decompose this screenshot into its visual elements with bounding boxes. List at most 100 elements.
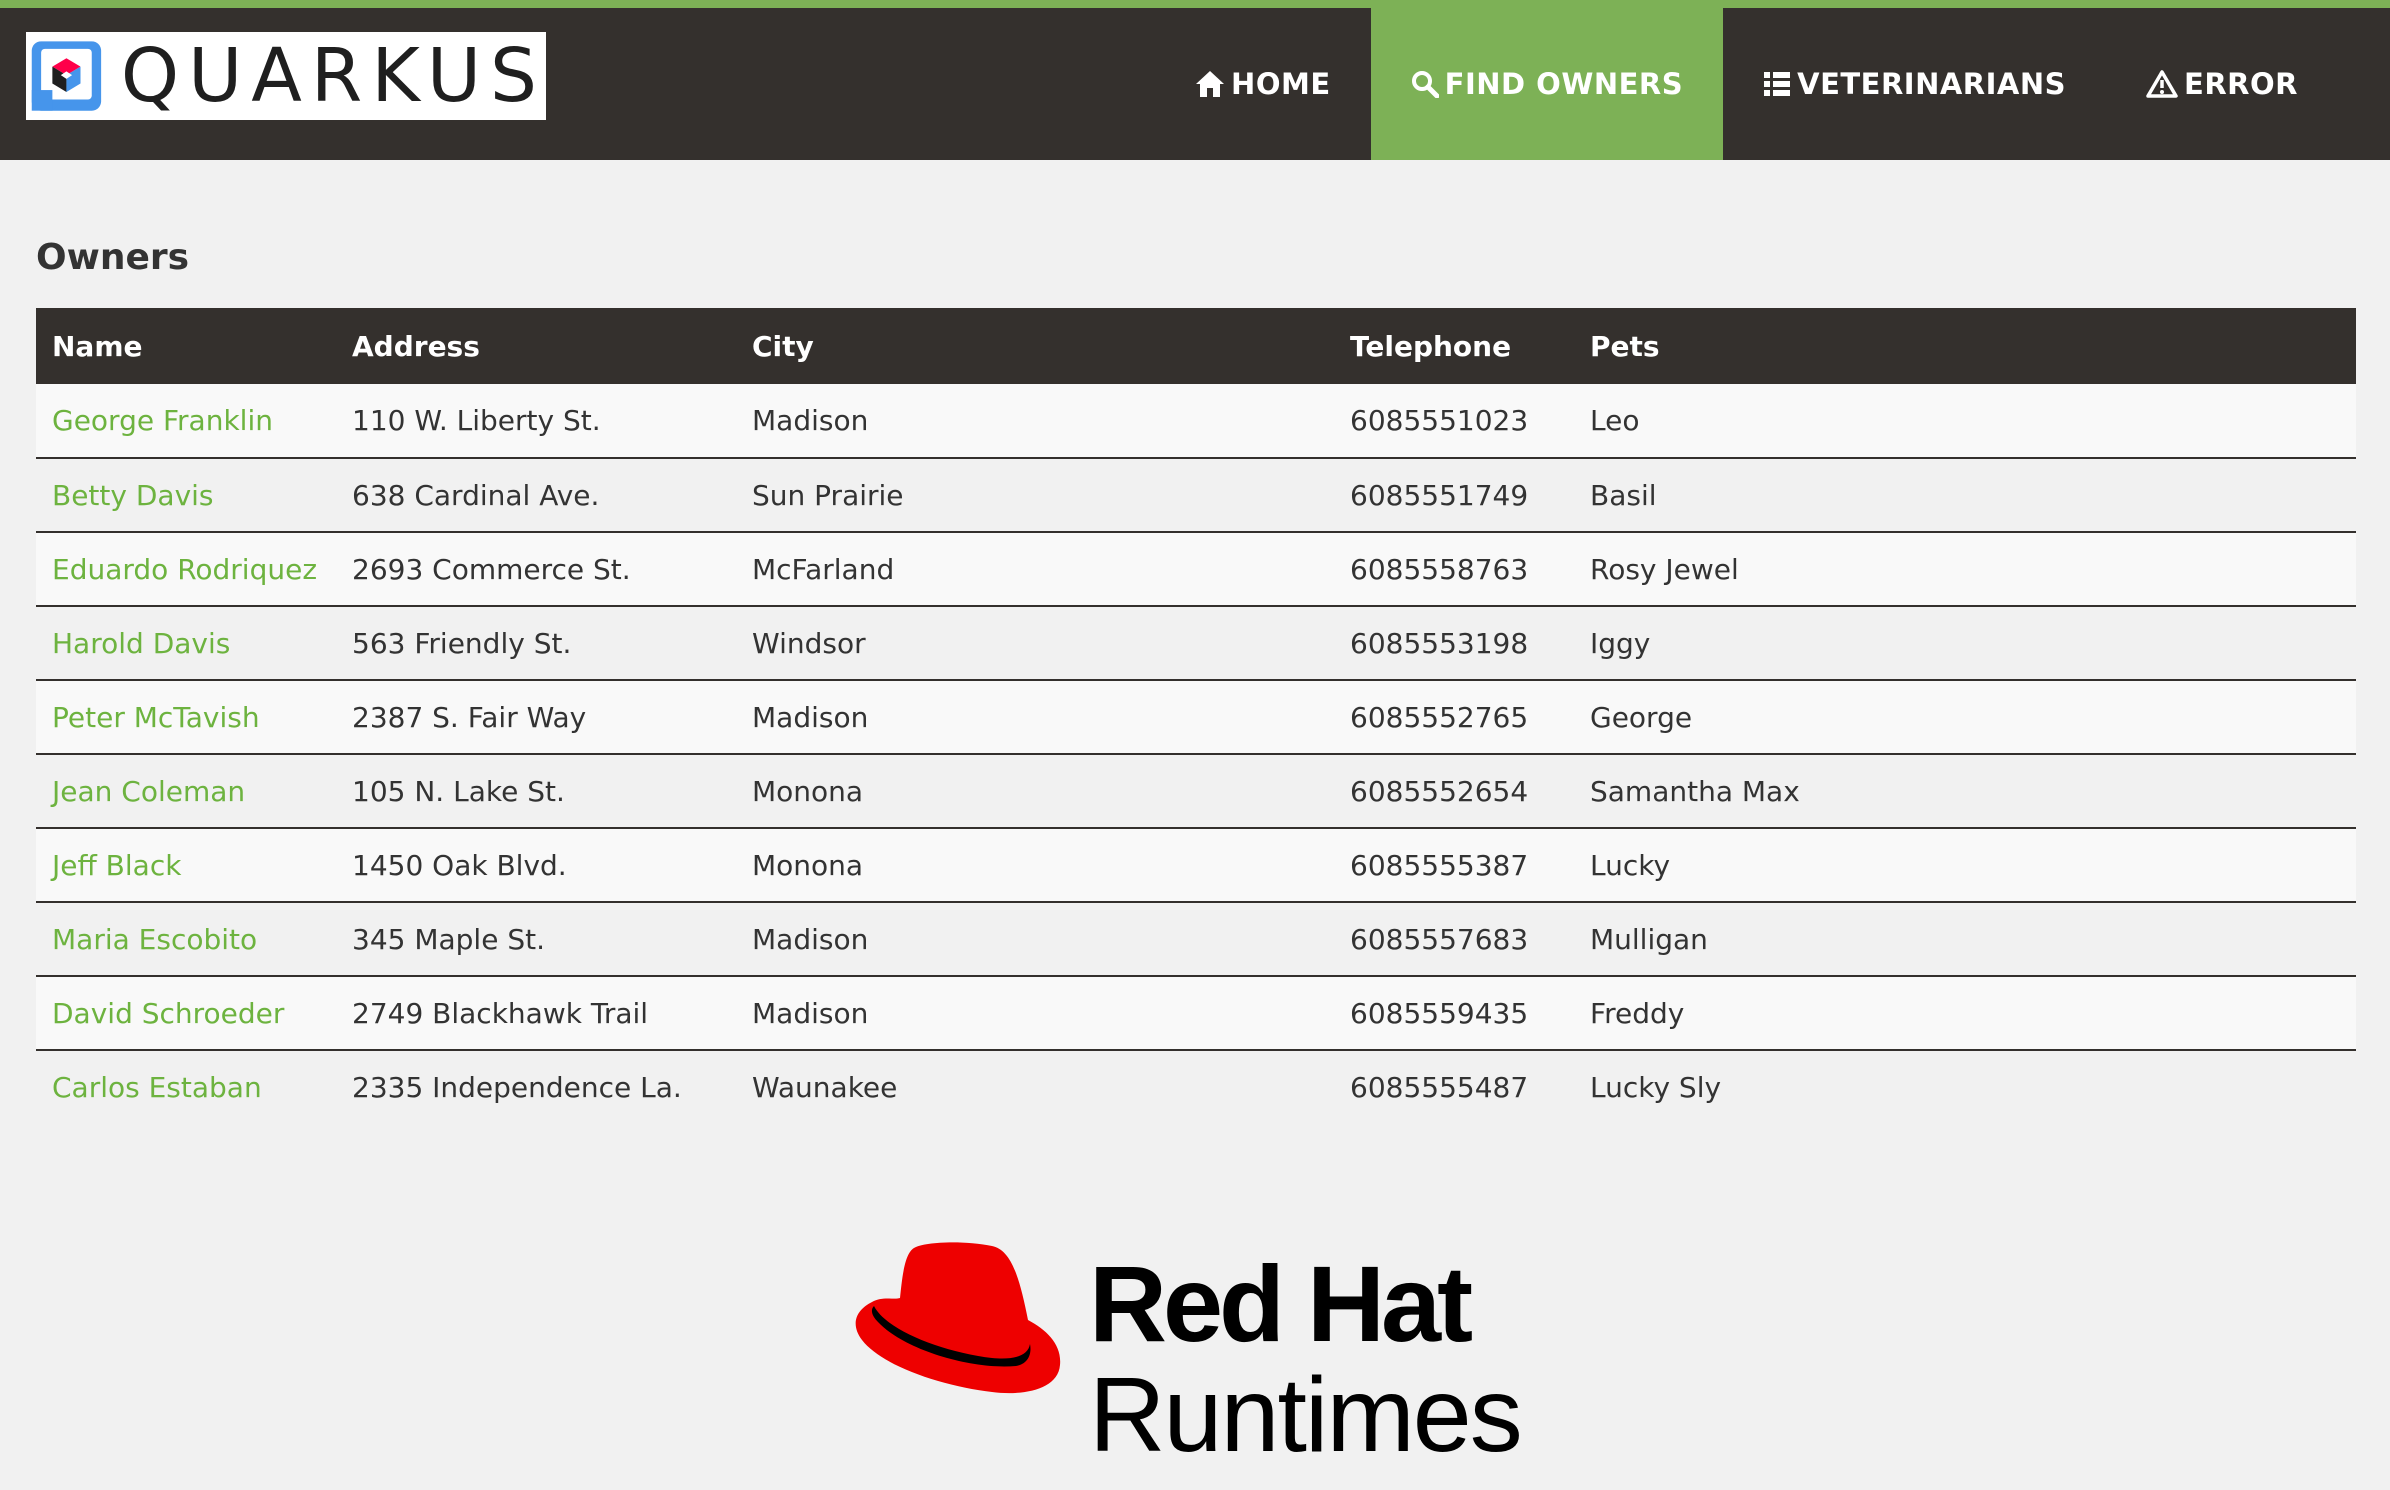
table-row: Peter McTavish 2387 S. Fair Way Madison …: [36, 680, 2356, 755]
table-row: Carlos Estaban 2335 Independence La. Wau…: [36, 1050, 2356, 1124]
table-row: Eduardo Rodriquez 2693 Commerce St. McFa…: [36, 532, 2356, 607]
redhat-runtimes-logo: Red Hat Runtimes: [852, 1240, 1572, 1480]
quarkus-logo-icon: [31, 41, 102, 111]
owner-address: 2693 Commerce St.: [336, 532, 736, 607]
nav-veterinarians-label: VETERINARIANS: [1797, 67, 2067, 101]
owner-name-link[interactable]: Harold Davis: [52, 627, 230, 660]
nav-error-label: ERROR: [2184, 67, 2298, 101]
warning-icon: [2146, 70, 2178, 98]
redhat-wordmark-line2: Runtimes: [1089, 1356, 1523, 1474]
quarkus-logo[interactable]: QUARKUS: [26, 32, 546, 120]
owner-telephone: 6085558763: [1334, 532, 1574, 607]
owner-pets: Iggy: [1574, 606, 2356, 681]
owner-address: 2387 S. Fair Way: [336, 680, 736, 755]
owner-name-cell: Eduardo Rodriquez: [36, 532, 336, 607]
nav-find-owners[interactable]: FIND OWNERS: [1370, 8, 1724, 160]
owners-table-header: Name Address City Telephone Pets: [36, 308, 2356, 384]
owner-name-cell: George Franklin: [36, 384, 336, 459]
owner-name-cell: Peter McTavish: [36, 680, 336, 755]
owner-city: Sun Prairie: [736, 458, 1334, 533]
owner-pets: Lucky: [1574, 828, 2356, 903]
table-row: George Franklin 110 W. Liberty St. Madis…: [36, 384, 2356, 459]
logo-text: QUARKUS: [120, 33, 546, 119]
search-icon: [1411, 70, 1439, 98]
main-nav: HOME FIND OWNERS VETERINARIANS ERROR: [1155, 8, 2390, 160]
owner-telephone: 6085559435: [1334, 976, 1574, 1051]
owner-name-cell: Carlos Estaban: [36, 1050, 336, 1124]
main-content: Owners Name Address City Telephone Pets …: [0, 240, 2390, 1124]
column-header-telephone: Telephone: [1350, 329, 1512, 363]
owner-city: Madison: [736, 680, 1334, 755]
owner-telephone: 6085555387: [1334, 828, 1574, 903]
owner-city: Madison: [736, 384, 1334, 459]
home-icon: [1195, 70, 1225, 98]
nav-find-owners-label: FIND OWNERS: [1444, 67, 1684, 101]
table-row: Maria Escobito 345 Maple St. Madison 608…: [36, 902, 2356, 977]
nav-veterinarians[interactable]: VETERINARIANS: [1723, 8, 2106, 160]
owner-address: 563 Friendly St.: [336, 606, 736, 681]
owner-name-link[interactable]: Maria Escobito: [52, 923, 257, 956]
owner-address: 345 Maple St.: [336, 902, 736, 977]
redhat-hat-icon: [855, 1242, 1061, 1394]
owner-city: Windsor: [736, 606, 1334, 681]
page-title: Owners: [36, 237, 190, 278]
owner-pets: Samantha Max: [1574, 754, 2356, 829]
owner-telephone: 6085552654: [1334, 754, 1574, 829]
owner-address: 105 N. Lake St.: [336, 754, 736, 829]
nav-error[interactable]: ERROR: [2106, 8, 2390, 160]
owner-city: Monona: [736, 754, 1334, 829]
column-header-city: City: [752, 329, 814, 363]
owner-address: 638 Cardinal Ave.: [336, 458, 736, 533]
owner-name-link[interactable]: Eduardo Rodriquez: [52, 553, 317, 586]
table-row: Harold Davis 563 Friendly St. Windsor 60…: [36, 606, 2356, 681]
owner-name-link[interactable]: Betty Davis: [52, 479, 214, 512]
owner-name-link[interactable]: Carlos Estaban: [52, 1071, 262, 1104]
owner-name-cell: David Schroeder: [36, 976, 336, 1051]
owner-pets: Lucky Sly: [1590, 1071, 1722, 1104]
owner-telephone: 6085552765: [1334, 680, 1574, 755]
owner-name-link[interactable]: David Schroeder: [52, 997, 284, 1030]
owner-name-cell: Betty Davis: [36, 458, 336, 533]
owner-city: Waunakee: [752, 1071, 898, 1104]
owner-address: 1450 Oak Blvd.: [336, 828, 736, 903]
table-row: David Schroeder 2749 Blackhawk Trail Mad…: [36, 976, 2356, 1051]
top-accent-stripe: [0, 0, 2390, 8]
table-row: Jean Coleman 105 N. Lake St. Monona 6085…: [36, 754, 2356, 829]
nav-home[interactable]: HOME: [1155, 8, 1371, 160]
owner-pets: Freddy: [1574, 976, 2356, 1051]
owner-pets: Mulligan: [1574, 902, 2356, 977]
table-row: Jeff Black 1450 Oak Blvd. Monona 6085555…: [36, 828, 2356, 903]
redhat-wordmark-line1: Red Hat: [1089, 1243, 1473, 1364]
owner-telephone: 6085557683: [1334, 902, 1574, 977]
nav-home-label: HOME: [1231, 67, 1331, 101]
owner-name-cell: Maria Escobito: [36, 902, 336, 977]
owner-name-cell: Jeff Black: [36, 828, 336, 903]
navbar: QUARKUS HOME FIND OWNERS VETERINARIANS E…: [0, 8, 2390, 160]
owner-name-cell: Jean Coleman: [36, 754, 336, 829]
column-header-name: Name: [52, 329, 143, 363]
owner-pets: Basil: [1574, 458, 2356, 533]
owners-table-body: George Franklin 110 W. Liberty St. Madis…: [36, 384, 2356, 1124]
owner-address: 2335 Independence La.: [352, 1071, 682, 1104]
owner-telephone: 6085551749: [1334, 458, 1574, 533]
owner-name-link[interactable]: Jean Coleman: [52, 775, 245, 808]
owner-telephone: 6085555487: [1350, 1071, 1529, 1104]
table-row: Betty Davis 638 Cardinal Ave. Sun Prairi…: [36, 458, 2356, 533]
column-header-address: Address: [352, 329, 480, 363]
owner-name-cell: Harold Davis: [36, 606, 336, 681]
owners-table: Name Address City Telephone Pets George …: [36, 308, 2356, 1124]
owner-pets: George: [1574, 680, 2356, 755]
owner-name-link[interactable]: Peter McTavish: [52, 701, 260, 734]
owner-telephone: 6085551023: [1334, 384, 1574, 459]
owner-name-link[interactable]: Jeff Black: [52, 849, 181, 882]
owner-address: 110 W. Liberty St.: [336, 384, 736, 459]
owner-pets: Rosy Jewel: [1574, 532, 2356, 607]
table-header-row: Name Address City Telephone Pets: [36, 308, 2356, 384]
owner-pets: Leo: [1574, 384, 2356, 459]
list-icon: [1763, 70, 1791, 98]
owner-city: Madison: [736, 976, 1334, 1051]
owner-city: Madison: [736, 902, 1334, 977]
column-header-pets: Pets: [1590, 329, 1660, 363]
owner-telephone: 6085553198: [1334, 606, 1574, 681]
owner-name-link[interactable]: George Franklin: [52, 404, 273, 437]
